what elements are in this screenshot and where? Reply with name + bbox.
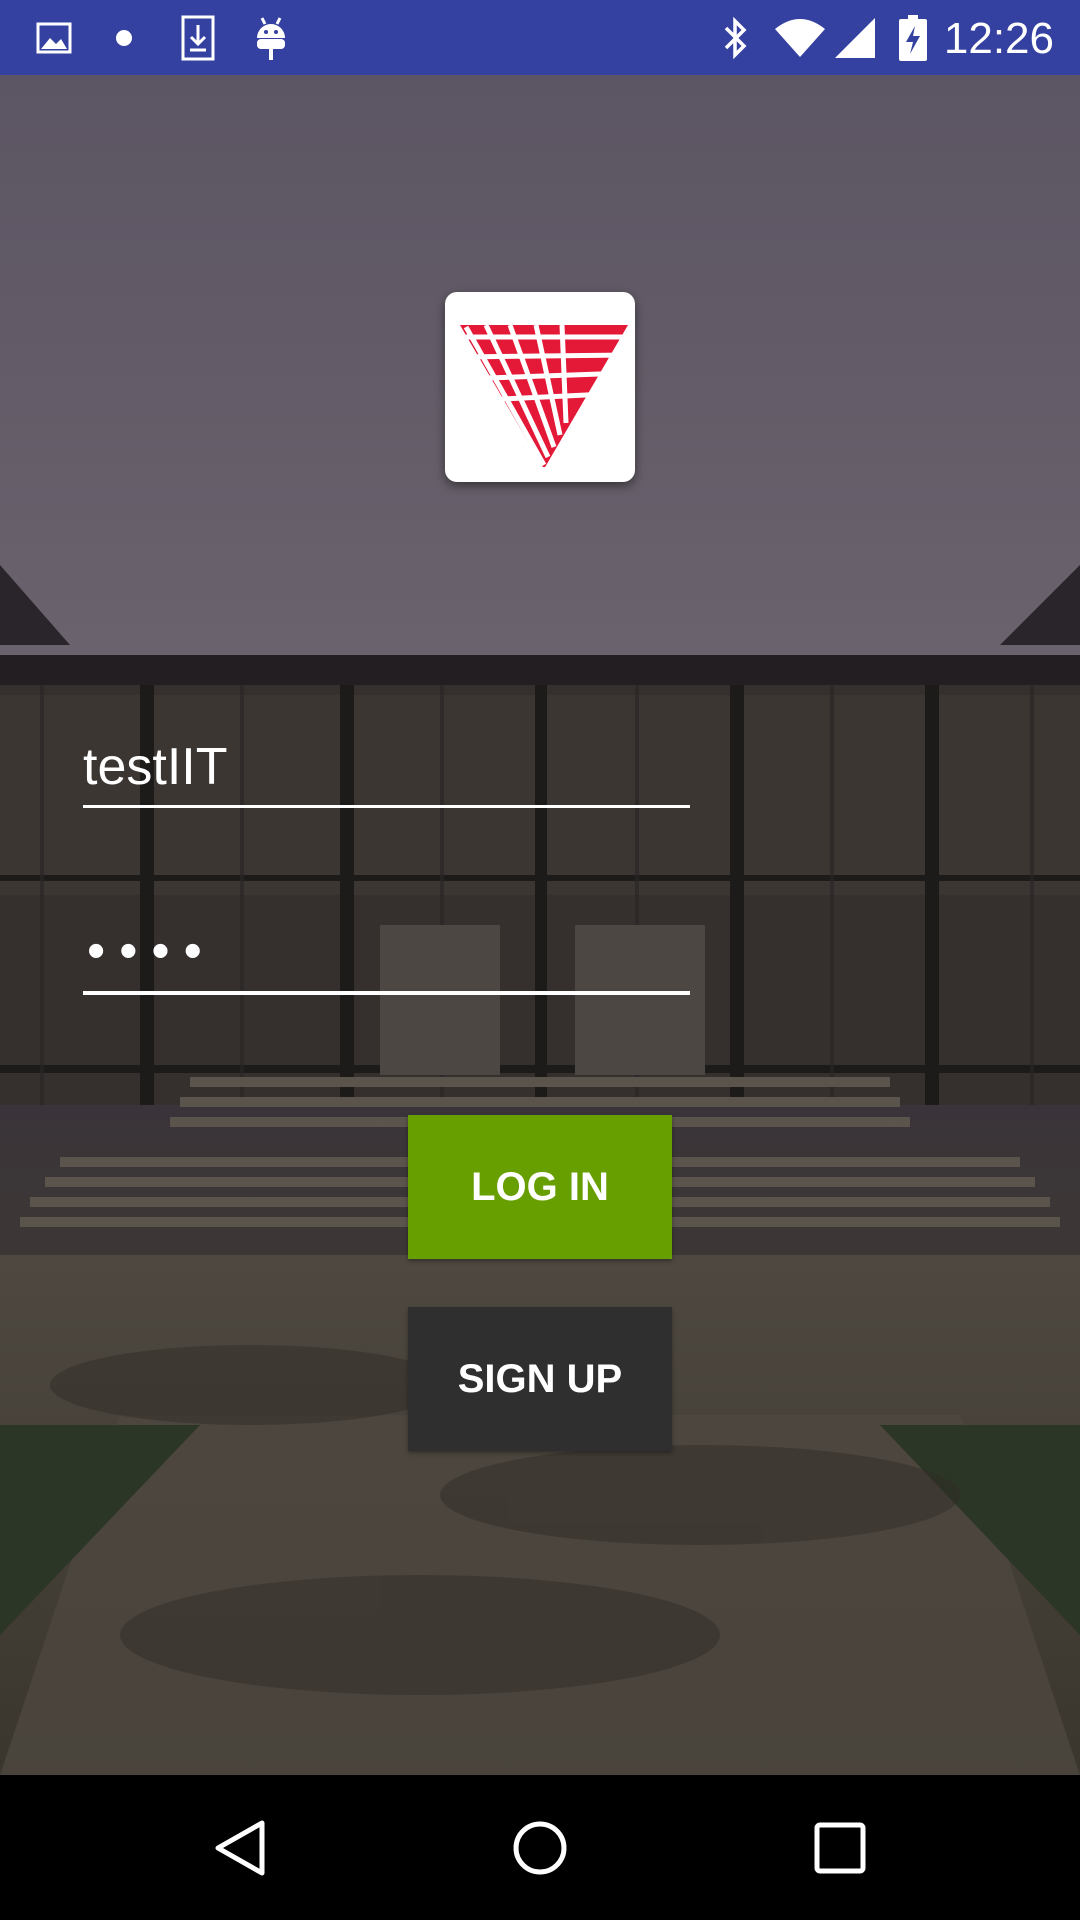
recents-icon [814,1822,866,1873]
signup-button[interactable]: SIGN UP [408,1307,672,1451]
bluetooth-icon [718,0,754,75]
login-button[interactable]: LOG IN [408,1115,672,1259]
android-icon [250,0,292,75]
password-input[interactable] [83,910,690,995]
home-button[interactable] [460,1775,620,1920]
app-logo [445,292,635,482]
status-bar: 12:26 [0,0,1080,75]
signal-icon [832,0,878,75]
navigation-bar [0,1775,1080,1920]
username-field-wrapper [83,728,690,808]
login-screen: 12:26 testIIT •••• LOG IN SIGN UP [0,0,1080,1920]
download-icon [178,0,218,75]
dot-icon [112,0,136,75]
clock: 12:26 [943,14,1054,63]
home-icon [513,1821,567,1874]
password-field-wrapper [83,910,690,995]
recents-button[interactable] [760,1775,920,1920]
battery-charging-icon [896,0,930,75]
image-icon [34,0,74,75]
back-icon [215,1820,265,1875]
wifi-icon [772,0,828,75]
username-input[interactable] [83,728,690,808]
back-button[interactable] [160,1775,320,1920]
triangle-logo-icon [459,323,628,467]
